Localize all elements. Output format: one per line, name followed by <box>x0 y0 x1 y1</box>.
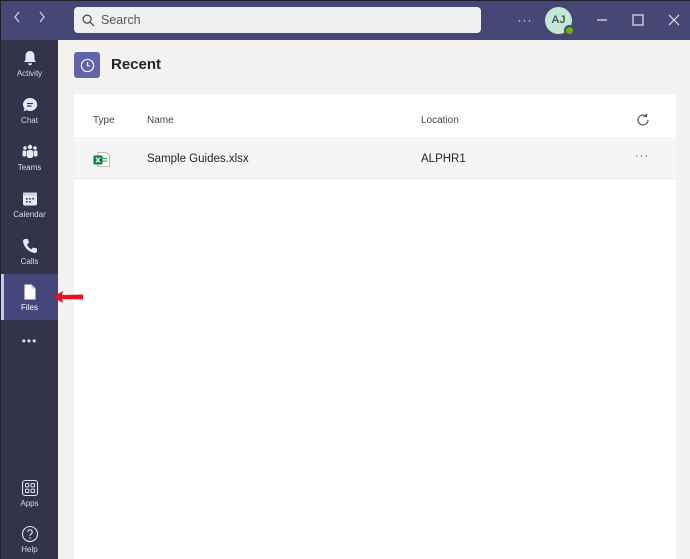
recent-header-icon <box>74 52 100 78</box>
refresh-icon <box>637 113 649 126</box>
chevron-left-icon <box>14 11 20 23</box>
close-icon <box>668 14 680 26</box>
search-icon <box>82 14 95 26</box>
avatar-initials: AJ <box>551 14 566 26</box>
rail-label: Calls <box>20 257 39 266</box>
forward-button[interactable] <box>32 9 52 31</box>
column-header-name[interactable]: Name <box>147 115 174 126</box>
minimize-button[interactable] <box>591 9 613 31</box>
teams-window: ··· AJ Activity Chat Teams Ca <box>0 0 690 559</box>
search-box[interactable] <box>74 7 481 33</box>
minimize-icon <box>597 19 607 21</box>
file-location: ALPHR1 <box>421 153 466 165</box>
chat-icon <box>22 97 37 112</box>
file-more-options-button[interactable]: ··· <box>633 150 651 166</box>
rail-label: Files <box>21 303 38 312</box>
table-row[interactable]: Sample Guides.xlsx ALPHR1 ··· <box>74 140 676 179</box>
rail-item-help[interactable]: Help <box>1 519 58 559</box>
rail-item-apps[interactable]: Apps <box>1 473 58 519</box>
search-input[interactable] <box>101 13 461 27</box>
more-apps-button[interactable]: ••• <box>1 334 58 356</box>
help-icon <box>21 525 38 543</box>
rail-item-activity[interactable]: Activity <box>1 43 58 89</box>
rail-item-calendar[interactable]: Calendar <box>1 184 58 230</box>
app-bar: Activity Chat Teams Calendar Calls Files… <box>1 40 58 559</box>
back-button[interactable] <box>7 9 27 31</box>
excel-file-icon <box>93 152 110 167</box>
rail-label: Help <box>21 545 38 554</box>
table-header: Type Name Location <box>74 94 676 139</box>
more-options-button[interactable]: ··· <box>515 10 535 30</box>
file-icon <box>24 284 35 300</box>
rail-item-files[interactable]: Files <box>1 274 58 320</box>
maximize-icon <box>632 14 644 26</box>
rail-label: Teams <box>17 163 42 172</box>
column-header-location[interactable]: Location <box>421 115 459 126</box>
apps-icon <box>21 479 38 497</box>
teams-icon <box>22 144 37 158</box>
title-bar: ··· AJ <box>1 1 690 40</box>
rail-label: Apps <box>20 499 39 508</box>
rail-label: Chat <box>21 116 38 125</box>
chevron-right-icon <box>39 11 45 23</box>
red-arrow-annotation-icon <box>53 291 83 303</box>
clock-icon <box>80 58 94 72</box>
rail-item-chat[interactable]: Chat <box>1 90 58 136</box>
column-header-type[interactable]: Type <box>93 115 115 126</box>
avatar[interactable]: AJ <box>545 7 575 36</box>
rail-label: Calendar <box>13 210 46 219</box>
bell-icon <box>23 51 36 66</box>
rail-item-calls[interactable]: Calls <box>1 231 58 277</box>
page-title: Recent <box>111 56 162 73</box>
maximize-button[interactable] <box>627 9 649 31</box>
calendar-icon <box>22 192 37 206</box>
files-page: Recent Type Name Location Sample Guides.… <box>58 40 690 559</box>
close-button[interactable] <box>663 9 685 31</box>
file-name[interactable]: Sample Guides.xlsx <box>147 153 249 165</box>
rail-item-teams[interactable]: Teams <box>1 137 58 183</box>
files-table: Type Name Location Sample Guides.xlsx AL… <box>74 94 676 559</box>
refresh-button[interactable] <box>635 112 651 128</box>
presence-available-icon <box>564 25 575 36</box>
phone-icon <box>22 239 37 253</box>
rail-label: Activity <box>16 69 43 78</box>
